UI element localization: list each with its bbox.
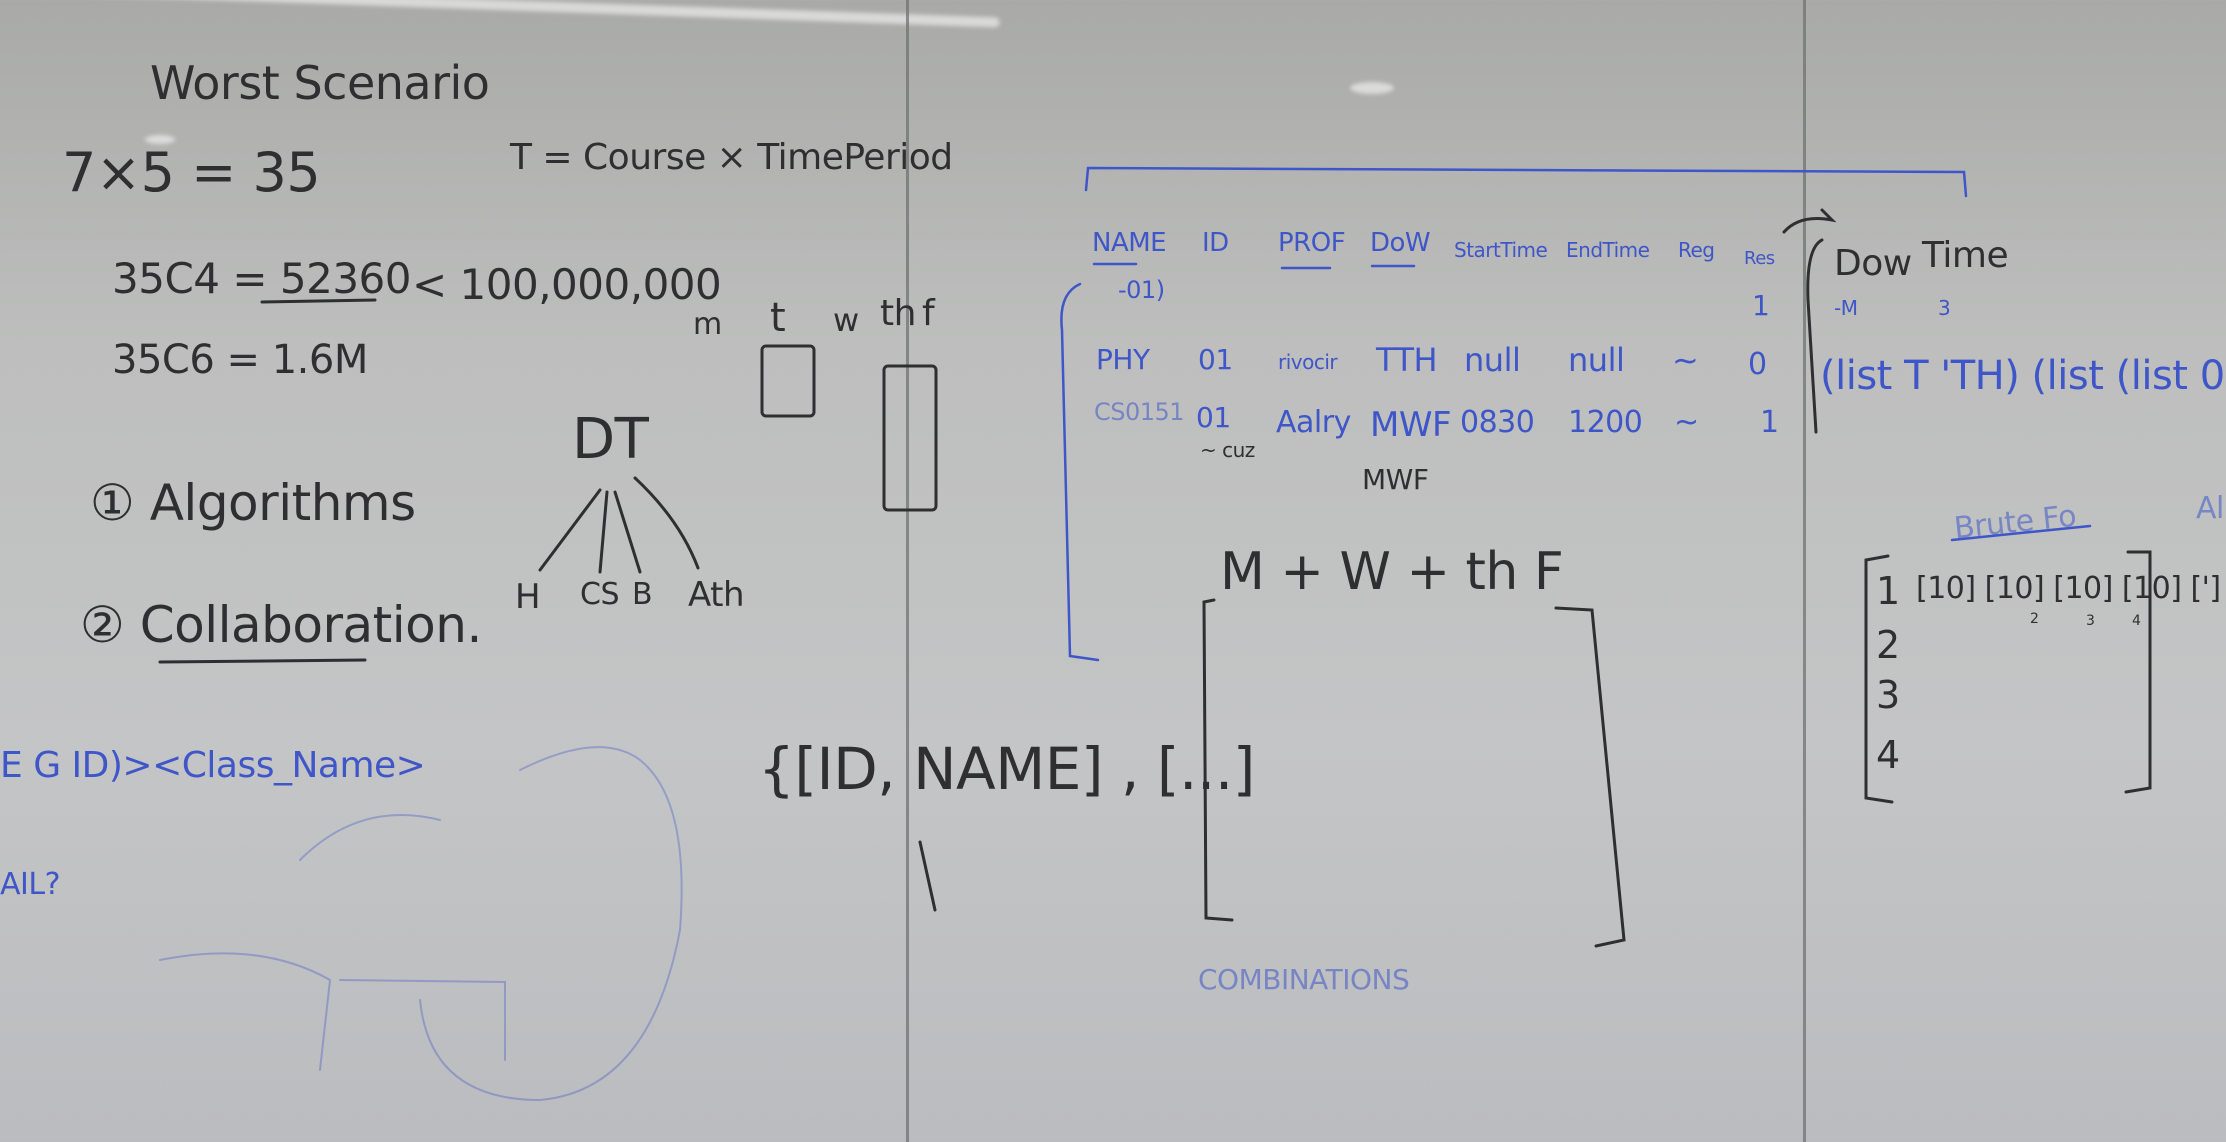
list-expression: (list T 'TH) (list (list 08	[1820, 353, 2226, 399]
combinations-label: COMBINATIONS	[1198, 963, 1410, 996]
table-cell: CS0151	[1094, 398, 1185, 426]
table-cell: ~	[1674, 405, 1699, 440]
right-edge-label: Al	[2196, 491, 2224, 526]
tree-leaf-label: B	[632, 577, 653, 612]
faint-blue-scribble	[339, 979, 506, 1061]
table-cell: 1200	[1568, 405, 1643, 440]
tree-branch	[633, 476, 700, 570]
combination-1: 35C4 = 52360	[112, 254, 412, 303]
matrix-row-index: 3	[1876, 673, 1900, 717]
right-header: Dow	[1834, 243, 1912, 284]
tree-root-label: DT	[572, 407, 649, 472]
day-label: f	[922, 293, 935, 334]
table-cell: Aalry	[1276, 405, 1351, 440]
combination-2: 35C6 = 1.6M	[112, 337, 368, 383]
table-header: Res	[1744, 248, 1775, 269]
day-label: w	[833, 301, 859, 339]
table-header: DoW	[1370, 228, 1431, 258]
matrix-subscript: 2	[2030, 611, 2039, 627]
table-cell: ~	[1672, 341, 1699, 379]
table-cell: 0	[1748, 347, 1767, 382]
table-cell: rivocir	[1278, 350, 1338, 374]
table-cell: 1	[1752, 289, 1770, 322]
underline-collaboration	[158, 658, 367, 664]
list-item-collaboration: ② Collaboration.	[80, 596, 482, 654]
brute-force-label: Brute Fo	[1952, 498, 2078, 547]
day-box	[760, 344, 816, 418]
board-seam	[1803, 0, 1806, 1142]
matrix-label: M + W + th F	[1220, 542, 1564, 602]
table-cell: -01)	[1118, 276, 1165, 304]
table-cell: MWF	[1370, 405, 1452, 445]
table-cell: 0830	[1460, 405, 1535, 440]
matrix-bracket-right	[1554, 606, 1626, 948]
right-header: Time	[1922, 235, 2009, 276]
right-small-mark: -M	[1834, 296, 1858, 320]
table-header: Reg	[1678, 238, 1715, 262]
table-frame-top	[1084, 166, 1968, 198]
day-label: t	[770, 295, 786, 341]
matrix-row-index: 2	[1876, 623, 1900, 667]
combination-1-compare: < 100,000,000	[412, 260, 722, 309]
set-expression: {[ID, NAME] , [...]	[758, 735, 1255, 803]
tree-leaf-label: CS	[580, 577, 620, 612]
table-header: StartTime	[1454, 238, 1548, 262]
brace-arrow	[918, 840, 937, 912]
matrix-cells: [10] [10] [10] [10] [']	[1916, 571, 2221, 606]
table-cell: PHY	[1096, 343, 1150, 376]
table-cell: null	[1464, 341, 1521, 379]
day-box	[882, 364, 938, 512]
table-cell: 1	[1760, 405, 1779, 440]
table-cell: 01	[1196, 401, 1231, 434]
matrix-row-index: 4	[1876, 733, 1900, 777]
table-frame-left	[1060, 282, 1100, 662]
table-cell-note: ~ cuz	[1200, 438, 1255, 462]
table-cell: 01	[1198, 343, 1233, 376]
table-cell: TTH	[1376, 341, 1438, 379]
table-header: ID	[1202, 228, 1229, 258]
tree-branch	[613, 490, 642, 574]
heading-worst-scenario: Worst Scenario	[150, 56, 490, 110]
list-item-algorithms: ① Algorithms	[90, 474, 416, 532]
table-header: NAME	[1092, 228, 1167, 258]
matrix-subscript: 3	[2086, 613, 2095, 629]
table-header: PROF	[1278, 228, 1346, 258]
tree-leaf-label: H	[515, 577, 541, 617]
blue-ail-note: AIL?	[0, 867, 61, 902]
faint-blue-scribble	[419, 746, 683, 1102]
table-cell: null	[1568, 341, 1625, 379]
light-glare	[0, 0, 1000, 28]
table-header: EndTime	[1566, 238, 1650, 262]
matrix-subscript: 4	[2132, 613, 2141, 629]
formula-t: T = Course × TimePeriod	[510, 137, 953, 178]
faint-blue-scribble	[299, 814, 441, 861]
day-label: m	[693, 307, 722, 342]
day-label: th	[880, 293, 916, 334]
tree-leaf-label: Ath	[688, 575, 745, 615]
mwf-note: MWF	[1362, 463, 1429, 496]
tree-branch	[538, 488, 602, 572]
tree-branch	[598, 490, 609, 574]
whiteboard: Worst Scenario 7×5 = 35 T = Course × Tim…	[0, 0, 2226, 1142]
right-small-mark: 3	[1938, 296, 1951, 320]
light-glare	[1350, 82, 1394, 94]
calc-7x5: 7×5 = 35	[62, 141, 321, 204]
right-arrow	[1782, 208, 1837, 234]
matrix-row-index: 1	[1876, 569, 1900, 613]
right-bracket	[1806, 238, 1824, 434]
faint-blue-scribble	[159, 952, 332, 1071]
blue-class-name-note: E G ID)><Class_Name>	[0, 745, 426, 786]
